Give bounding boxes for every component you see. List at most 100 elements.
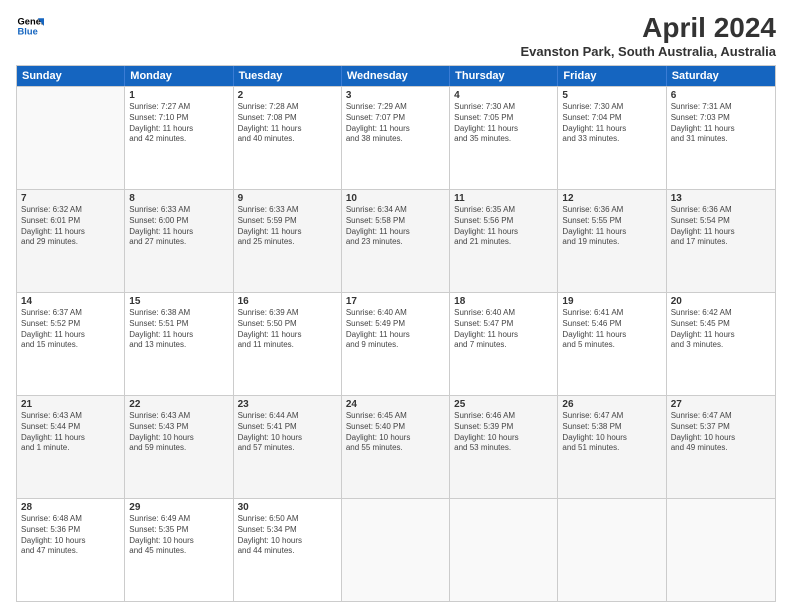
calendar-cell: [17, 87, 125, 189]
cell-day-number: 10: [346, 193, 445, 204]
calendar-cell: 20Sunrise: 6:42 AM Sunset: 5:45 PM Dayli…: [667, 293, 775, 395]
cell-info: Sunrise: 6:48 AM Sunset: 5:36 PM Dayligh…: [21, 514, 120, 557]
cell-day-number: 3: [346, 90, 445, 101]
calendar-cell: [342, 499, 450, 601]
cell-day-number: 30: [238, 502, 337, 513]
calendar-cell: 2Sunrise: 7:28 AM Sunset: 7:08 PM Daylig…: [234, 87, 342, 189]
cell-info: Sunrise: 6:36 AM Sunset: 5:55 PM Dayligh…: [562, 205, 661, 248]
cell-day-number: 9: [238, 193, 337, 204]
cell-day-number: 6: [671, 90, 771, 101]
calendar-cell: [450, 499, 558, 601]
cell-info: Sunrise: 6:35 AM Sunset: 5:56 PM Dayligh…: [454, 205, 553, 248]
cell-info: Sunrise: 6:43 AM Sunset: 5:43 PM Dayligh…: [129, 411, 228, 454]
main-title: April 2024: [521, 12, 777, 44]
calendar-cell: 27Sunrise: 6:47 AM Sunset: 5:37 PM Dayli…: [667, 396, 775, 498]
calendar-header: SundayMondayTuesdayWednesdayThursdayFrid…: [17, 66, 775, 86]
cell-day-number: 11: [454, 193, 553, 204]
cell-info: Sunrise: 6:38 AM Sunset: 5:51 PM Dayligh…: [129, 308, 228, 351]
calendar-cell: 25Sunrise: 6:46 AM Sunset: 5:39 PM Dayli…: [450, 396, 558, 498]
weekday-header: Monday: [125, 66, 233, 86]
cell-day-number: 28: [21, 502, 120, 513]
cell-info: Sunrise: 6:33 AM Sunset: 5:59 PM Dayligh…: [238, 205, 337, 248]
calendar-cell: 16Sunrise: 6:39 AM Sunset: 5:50 PM Dayli…: [234, 293, 342, 395]
cell-day-number: 12: [562, 193, 661, 204]
calendar-cell: 12Sunrise: 6:36 AM Sunset: 5:55 PM Dayli…: [558, 190, 666, 292]
calendar-cell: 11Sunrise: 6:35 AM Sunset: 5:56 PM Dayli…: [450, 190, 558, 292]
cell-day-number: 29: [129, 502, 228, 513]
cell-day-number: 15: [129, 296, 228, 307]
cell-info: Sunrise: 6:40 AM Sunset: 5:49 PM Dayligh…: [346, 308, 445, 351]
calendar: SundayMondayTuesdayWednesdayThursdayFrid…: [16, 65, 776, 602]
cell-info: Sunrise: 6:32 AM Sunset: 6:01 PM Dayligh…: [21, 205, 120, 248]
calendar-cell: 1Sunrise: 7:27 AM Sunset: 7:10 PM Daylig…: [125, 87, 233, 189]
cell-day-number: 18: [454, 296, 553, 307]
calendar-row: 21Sunrise: 6:43 AM Sunset: 5:44 PM Dayli…: [17, 395, 775, 498]
calendar-row: 1Sunrise: 7:27 AM Sunset: 7:10 PM Daylig…: [17, 86, 775, 189]
calendar-cell: 15Sunrise: 6:38 AM Sunset: 5:51 PM Dayli…: [125, 293, 233, 395]
cell-day-number: 2: [238, 90, 337, 101]
header: General Blue April 2024 Evanston Park, S…: [16, 12, 776, 59]
calendar-cell: 28Sunrise: 6:48 AM Sunset: 5:36 PM Dayli…: [17, 499, 125, 601]
calendar-cell: 8Sunrise: 6:33 AM Sunset: 6:00 PM Daylig…: [125, 190, 233, 292]
cell-day-number: 7: [21, 193, 120, 204]
cell-day-number: 17: [346, 296, 445, 307]
cell-info: Sunrise: 6:40 AM Sunset: 5:47 PM Dayligh…: [454, 308, 553, 351]
cell-info: Sunrise: 6:33 AM Sunset: 6:00 PM Dayligh…: [129, 205, 228, 248]
cell-info: Sunrise: 6:37 AM Sunset: 5:52 PM Dayligh…: [21, 308, 120, 351]
cell-info: Sunrise: 7:27 AM Sunset: 7:10 PM Dayligh…: [129, 102, 228, 145]
weekday-header: Tuesday: [234, 66, 342, 86]
cell-info: Sunrise: 6:34 AM Sunset: 5:58 PM Dayligh…: [346, 205, 445, 248]
cell-day-number: 24: [346, 399, 445, 410]
calendar-cell: 4Sunrise: 7:30 AM Sunset: 7:05 PM Daylig…: [450, 87, 558, 189]
cell-day-number: 1: [129, 90, 228, 101]
cell-day-number: 25: [454, 399, 553, 410]
cell-day-number: 22: [129, 399, 228, 410]
cell-info: Sunrise: 7:30 AM Sunset: 7:05 PM Dayligh…: [454, 102, 553, 145]
cell-info: Sunrise: 6:39 AM Sunset: 5:50 PM Dayligh…: [238, 308, 337, 351]
weekday-header: Sunday: [17, 66, 125, 86]
calendar-body: 1Sunrise: 7:27 AM Sunset: 7:10 PM Daylig…: [17, 86, 775, 601]
cell-day-number: 16: [238, 296, 337, 307]
calendar-cell: [667, 499, 775, 601]
cell-info: Sunrise: 6:50 AM Sunset: 5:34 PM Dayligh…: [238, 514, 337, 557]
weekday-header: Saturday: [667, 66, 775, 86]
cell-info: Sunrise: 6:49 AM Sunset: 5:35 PM Dayligh…: [129, 514, 228, 557]
cell-info: Sunrise: 6:41 AM Sunset: 5:46 PM Dayligh…: [562, 308, 661, 351]
cell-day-number: 20: [671, 296, 771, 307]
cell-info: Sunrise: 7:29 AM Sunset: 7:07 PM Dayligh…: [346, 102, 445, 145]
weekday-header: Thursday: [450, 66, 558, 86]
weekday-header: Friday: [558, 66, 666, 86]
cell-day-number: 4: [454, 90, 553, 101]
calendar-cell: 7Sunrise: 6:32 AM Sunset: 6:01 PM Daylig…: [17, 190, 125, 292]
cell-day-number: 13: [671, 193, 771, 204]
svg-text:Blue: Blue: [18, 27, 38, 37]
svg-text:General: General: [18, 16, 44, 26]
cell-day-number: 19: [562, 296, 661, 307]
title-block: April 2024 Evanston Park, South Australi…: [521, 12, 777, 59]
cell-day-number: 8: [129, 193, 228, 204]
cell-info: Sunrise: 6:36 AM Sunset: 5:54 PM Dayligh…: [671, 205, 771, 248]
calendar-cell: 29Sunrise: 6:49 AM Sunset: 5:35 PM Dayli…: [125, 499, 233, 601]
calendar-cell: 5Sunrise: 7:30 AM Sunset: 7:04 PM Daylig…: [558, 87, 666, 189]
calendar-cell: 26Sunrise: 6:47 AM Sunset: 5:38 PM Dayli…: [558, 396, 666, 498]
cell-info: Sunrise: 6:44 AM Sunset: 5:41 PM Dayligh…: [238, 411, 337, 454]
calendar-row: 28Sunrise: 6:48 AM Sunset: 5:36 PM Dayli…: [17, 498, 775, 601]
calendar-cell: 30Sunrise: 6:50 AM Sunset: 5:34 PM Dayli…: [234, 499, 342, 601]
logo-icon: General Blue: [16, 12, 44, 40]
calendar-cell: 13Sunrise: 6:36 AM Sunset: 5:54 PM Dayli…: [667, 190, 775, 292]
cell-info: Sunrise: 7:28 AM Sunset: 7:08 PM Dayligh…: [238, 102, 337, 145]
cell-day-number: 26: [562, 399, 661, 410]
calendar-cell: 22Sunrise: 6:43 AM Sunset: 5:43 PM Dayli…: [125, 396, 233, 498]
calendar-cell: 18Sunrise: 6:40 AM Sunset: 5:47 PM Dayli…: [450, 293, 558, 395]
cell-day-number: 27: [671, 399, 771, 410]
calendar-row: 7Sunrise: 6:32 AM Sunset: 6:01 PM Daylig…: [17, 189, 775, 292]
calendar-cell: 14Sunrise: 6:37 AM Sunset: 5:52 PM Dayli…: [17, 293, 125, 395]
cell-day-number: 23: [238, 399, 337, 410]
cell-info: Sunrise: 6:47 AM Sunset: 5:37 PM Dayligh…: [671, 411, 771, 454]
calendar-cell: [558, 499, 666, 601]
cell-info: Sunrise: 6:43 AM Sunset: 5:44 PM Dayligh…: [21, 411, 120, 454]
cell-info: Sunrise: 6:42 AM Sunset: 5:45 PM Dayligh…: [671, 308, 771, 351]
calendar-cell: 3Sunrise: 7:29 AM Sunset: 7:07 PM Daylig…: [342, 87, 450, 189]
cell-info: Sunrise: 6:46 AM Sunset: 5:39 PM Dayligh…: [454, 411, 553, 454]
cell-day-number: 14: [21, 296, 120, 307]
